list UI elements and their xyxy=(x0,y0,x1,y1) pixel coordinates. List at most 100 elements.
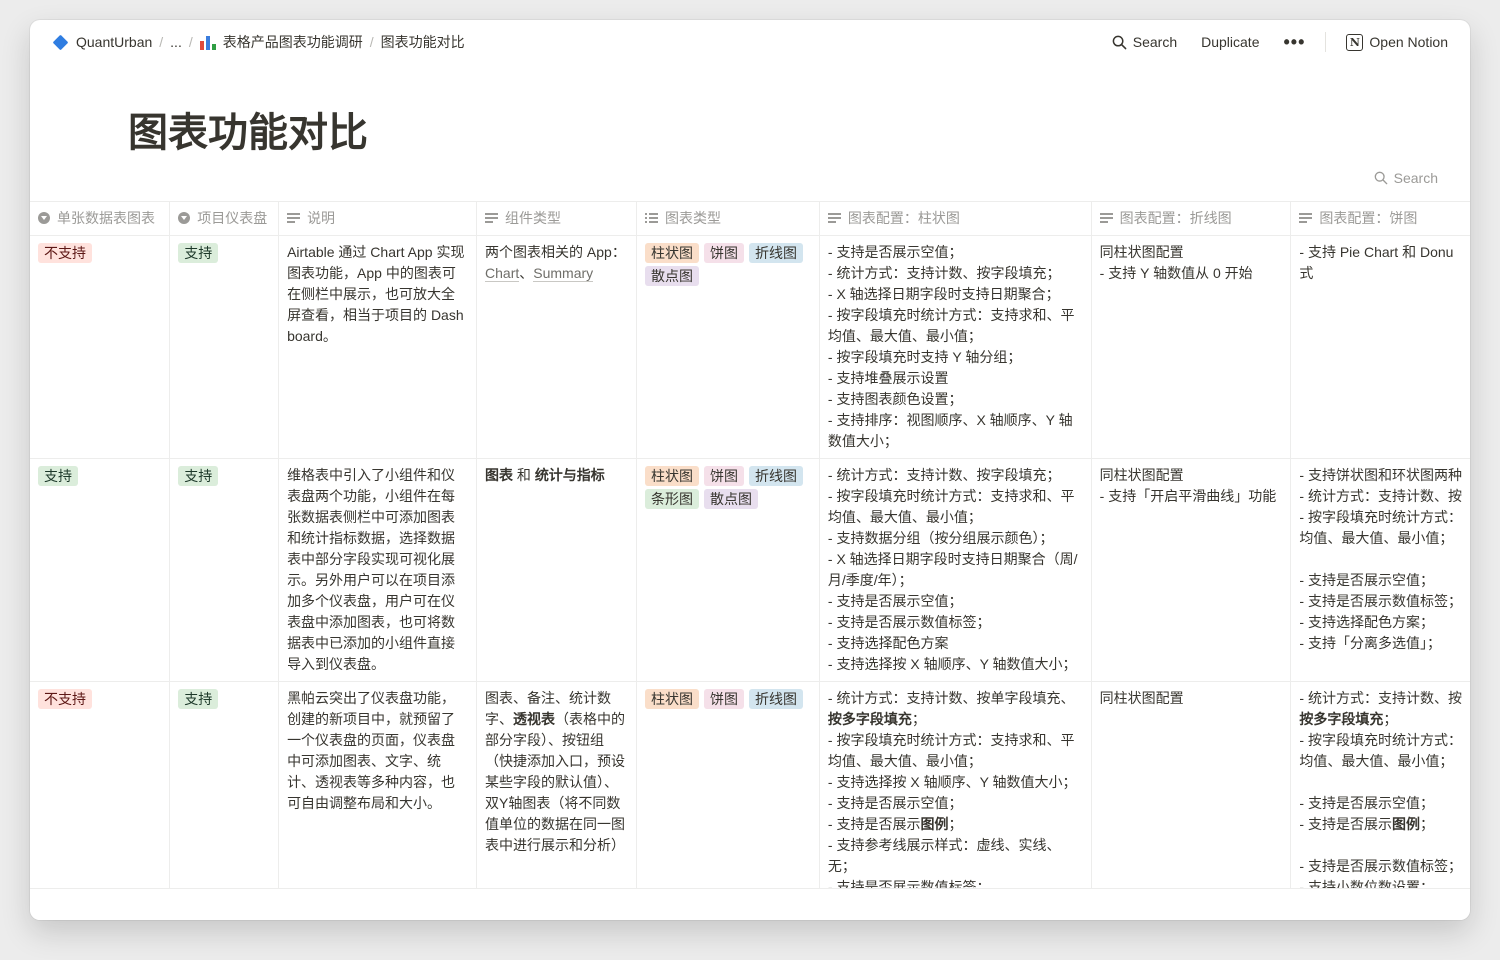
config-line: 均值、最大值、最小值； xyxy=(1299,753,1454,769)
open-notion-label: Open Notion xyxy=(1369,34,1448,50)
cell-chart-types[interactable]: 柱状图 饼图 折线图条形图 散点图 xyxy=(636,458,820,682)
select-property-icon xyxy=(38,212,50,224)
column-header[interactable]: 图表配置：柱状图 xyxy=(819,201,1092,236)
column-header[interactable]: 图表类型 xyxy=(636,201,820,236)
status-tag: 支持 xyxy=(178,689,219,709)
search-label: Search xyxy=(1132,34,1178,50)
database-search-label: Search xyxy=(1393,170,1438,186)
search-button[interactable]: Search xyxy=(1108,32,1181,52)
cell-single-table[interactable]: 支持 xyxy=(30,458,171,682)
status-tag: 不支持 xyxy=(38,243,92,263)
config-line: - 支持参考线展示样式：虚线、实线、 xyxy=(827,837,1061,853)
text-property-icon xyxy=(1099,213,1113,223)
config-line: - 支持排序：视图顺序、X 轴顺序、Y 轴 xyxy=(827,412,1073,428)
select-property-icon xyxy=(178,212,191,224)
table-row[interactable]: 不支持 支持 黑帕云突出了仪表盘功能，创建的新项目中，就预留了一个仪表盘的页面，… xyxy=(30,681,1470,905)
breadcrumb-parent-page[interactable]: 表格产品图表功能调研 xyxy=(196,30,367,54)
notion-window: QuantUrban / ... / 表格产品图表功能调研 / 图表功能对比 S… xyxy=(30,20,1470,920)
cell-description[interactable]: 维格表中引入了小组件和仪表盘两个功能，小组件在每张数据表侧栏中可添加图表和统计指… xyxy=(278,458,478,682)
cell-description[interactable]: Airtable 通过 Chart App 实现图表功能，App 中的图表可在侧… xyxy=(278,235,478,459)
config-line: - 支持是否展示图例； xyxy=(1299,816,1434,832)
config-line: - 支持是否展示空值； xyxy=(827,593,963,609)
cell-bar-config[interactable]: - 支持是否展示空值； - 统计方式：支持计数、按字段填充； - X 轴选择日期… xyxy=(819,235,1092,459)
cell-dashboard[interactable]: 支持 xyxy=(169,235,280,459)
chart-type-tag: 折线图 xyxy=(748,243,803,263)
database-search[interactable]: Search xyxy=(1374,170,1438,186)
chart-type-tag: 饼图 xyxy=(703,466,744,486)
open-notion-button[interactable]: N Open Notion xyxy=(1342,32,1452,53)
column-header[interactable]: 说明 xyxy=(278,201,478,236)
config-line: 同柱状图配置 xyxy=(1099,467,1184,483)
cell-bar-config[interactable]: - 统计方式：支持计数、按单字段填充、 按多字段填充； - 按字段填充时统计方式… xyxy=(819,681,1092,905)
table-row[interactable]: 支持 支持 维格表中引入了小组件和仪表盘两个功能，小组件在每张数据表侧栏中可添加… xyxy=(30,458,1470,682)
config-line: - 支持是否展示数值标签； xyxy=(1299,858,1462,874)
column-header[interactable]: 单张数据表图表 xyxy=(30,201,171,236)
cell-dashboard[interactable]: 支持 xyxy=(169,458,280,682)
config-line: - 统计方式：支持计数、按 xyxy=(1299,488,1462,504)
top-bar: QuantUrban / ... / 表格产品图表功能调研 / 图表功能对比 S… xyxy=(30,20,1470,64)
chart-type-tag: 饼图 xyxy=(703,243,744,263)
status-tag: 支持 xyxy=(38,466,78,486)
config-line: - 支持「开启平滑曲线」功能 xyxy=(1099,488,1277,504)
cell-single-table[interactable]: 不支持 xyxy=(30,681,171,905)
breadcrumb-workspace[interactable]: QuantUrban xyxy=(48,32,156,52)
cell-line-config[interactable]: 同柱状图配置 xyxy=(1091,681,1292,905)
cell-dashboard[interactable]: 支持 xyxy=(169,681,280,905)
cell-bar-config[interactable]: - 统计方式：支持计数、按字段填充； - 按字段填充时统计方式：支持求和、平 均… xyxy=(819,458,1092,682)
cell-chart-types[interactable]: 柱状图 饼图 折线图散点图 xyxy=(636,235,820,459)
cell-pie-config[interactable]: - 支持 Pie Chart 和 Donu 式 xyxy=(1290,235,1470,459)
text-property-icon xyxy=(485,213,499,223)
config-line: 均值、最大值、最小值； xyxy=(827,328,982,344)
config-line: - 支持选择按 X 轴顺序、Y 轴数值大小； xyxy=(827,774,1077,790)
column-header[interactable]: 图表配置：折线图 xyxy=(1091,201,1292,236)
component-bold: 图表 xyxy=(485,467,514,483)
chart-type-tag: 散点图 xyxy=(703,489,758,509)
config-line: 同柱状图配置 xyxy=(1099,690,1184,706)
status-tag: 支持 xyxy=(178,243,219,263)
breadcrumb-separator: / xyxy=(188,34,193,50)
workspace-name: QuantUrban xyxy=(76,34,153,50)
config-line: 均值、最大值、最小值； xyxy=(1299,530,1454,546)
config-line: - 支持图表颜色设置； xyxy=(827,391,963,407)
config-line: - 支持是否展示空值； xyxy=(827,244,963,260)
duplicate-button[interactable]: Duplicate xyxy=(1197,32,1263,52)
column-header[interactable]: 组件类型 xyxy=(476,201,637,236)
search-icon xyxy=(1112,35,1127,49)
config-line: - 按字段填充时支持 Y 轴分组； xyxy=(827,349,1022,365)
table-row[interactable]: 不支持 支持 Airtable 通过 Chart App 实现图表功能，App … xyxy=(30,235,1470,459)
config-line: - 支持是否展示空值； xyxy=(1299,572,1434,588)
config-line: - 支持饼状图和环状图两种 xyxy=(1299,467,1462,483)
description-text: 黑帕云突出了仪表盘功能，创建的新项目中，就预留了一个仪表盘的页面，仪表盘中可添加… xyxy=(287,690,456,811)
cell-chart-types[interactable]: 柱状图 饼图 折线图 xyxy=(636,681,820,905)
cell-component[interactable]: 两个图表相关的 App： Chart、Summary xyxy=(476,235,637,459)
text-property-icon xyxy=(287,213,301,223)
workspace-logo-icon xyxy=(52,34,69,50)
summary-app-link[interactable]: Summary xyxy=(533,265,594,282)
cell-pie-config[interactable]: - 统计方式：支持计数、按 按多字段填充； - 按字段填充时统计方式： 均值、最… xyxy=(1290,681,1470,905)
breadcrumb-ellipsis[interactable]: ... xyxy=(166,32,186,52)
cell-line-config[interactable]: 同柱状图配置 - 支持「开启平滑曲线」功能 xyxy=(1091,458,1292,682)
breadcrumb-current-page[interactable]: 图表功能对比 xyxy=(377,30,469,54)
config-line: - 支持「分离多选值」； xyxy=(1299,635,1441,651)
column-header[interactable]: 图表配置：饼图 xyxy=(1290,201,1470,236)
cell-component[interactable]: 图表 和 统计与指标 xyxy=(476,458,637,682)
cell-pie-config[interactable]: - 支持饼状图和环状图两种 - 统计方式：支持计数、按 - 按字段填充时统计方式… xyxy=(1290,458,1470,682)
cell-description[interactable]: 黑帕云突出了仪表盘功能，创建的新项目中，就预留了一个仪表盘的页面，仪表盘中可添加… xyxy=(278,681,478,905)
column-header[interactable]: 项目仪表盘 xyxy=(169,201,280,236)
config-line: - 支持堆叠展示设置 xyxy=(827,370,949,386)
cell-line-config[interactable]: 同柱状图配置 - 支持 Y 轴数值从 0 开始 xyxy=(1091,235,1292,459)
config-line: - 支持选择按 X 轴顺序、Y 轴数值大小； xyxy=(827,656,1077,672)
chart-type-tag: 饼图 xyxy=(703,689,744,709)
comparison-table: 单张数据表图表 项目仪表盘 说明 组件类型 图表类型 图表配置：柱状图 图表配置… xyxy=(30,201,1470,905)
text-property-icon xyxy=(1299,213,1313,223)
config-line: - 支持选择配色方案 xyxy=(827,635,949,651)
breadcrumb-separator: / xyxy=(369,34,374,50)
status-tag: 支持 xyxy=(178,466,219,486)
cell-single-table[interactable]: 不支持 xyxy=(30,235,171,459)
cell-component[interactable]: 图表、备注、统计数字、透视表（表格中的部分字段）、按钮组（快捷添加入口，预设某些… xyxy=(476,681,637,905)
more-icon[interactable]: ••• xyxy=(1279,31,1309,53)
chart-app-link[interactable]: Chart xyxy=(485,265,520,282)
table-bottom-edge xyxy=(30,888,1470,920)
